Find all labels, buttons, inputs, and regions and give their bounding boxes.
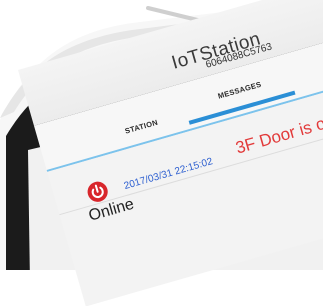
tab-messages[interactable]: MESSAGES bbox=[217, 80, 263, 101]
photo-scene: IoTStation STATION MESSAGES SE 6064088C5… bbox=[0, 0, 323, 306]
tab-station[interactable]: STATION bbox=[124, 118, 159, 136]
